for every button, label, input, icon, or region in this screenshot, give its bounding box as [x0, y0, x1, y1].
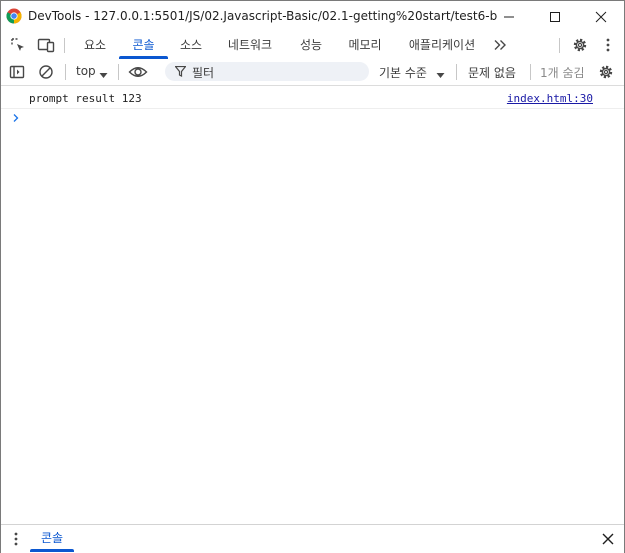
tab-elements[interactable]: 요소 [74, 32, 116, 59]
tab-network[interactable]: 네트워크 [220, 32, 280, 59]
context-selector-label: top [76, 64, 96, 78]
settings-icon[interactable] [597, 63, 615, 81]
console-message-source-link[interactable]: index.html:30 [507, 92, 593, 105]
filter-icon [174, 65, 187, 80]
issues-status[interactable]: 문제 없음 [468, 64, 516, 81]
window-title: DevTools - 127.0.0.1:5501/JS/02.Javascri… [28, 9, 498, 23]
close-window-button[interactable] [578, 1, 624, 32]
tab-memory[interactable]: 메모리 [340, 32, 390, 59]
log-levels-dropdown[interactable]: 기본 수준 [375, 59, 449, 85]
toolbar-divider [530, 64, 531, 80]
clear-console-icon[interactable] [37, 63, 55, 81]
drawer-bar: 콘솔 [1, 524, 624, 553]
device-toggle-icon[interactable] [37, 36, 55, 54]
tab-sources[interactable]: 소스 [170, 32, 212, 59]
title-bar: DevTools - 127.0.0.1:5501/JS/02.Javascri… [1, 1, 624, 32]
toolbar-divider [559, 38, 560, 53]
inspect-element-icon[interactable] [9, 36, 27, 54]
chevron-right-icon [12, 112, 20, 127]
kebab-menu-icon[interactable] [599, 36, 617, 54]
tab-performance[interactable]: 성능 [290, 32, 332, 59]
devtools-window: DevTools - 127.0.0.1:5501/JS/02.Javascri… [0, 0, 625, 553]
sidebar-toggle-icon[interactable] [8, 63, 26, 81]
console-output: prompt result 123 index.html:30 [1, 86, 624, 524]
chrome-logo-icon [6, 8, 22, 24]
minimize-icon [503, 11, 515, 23]
toolbar-divider [456, 64, 457, 80]
panel-tab-bar: 요소 콘솔 소스 네트워크 성능 메모리 애플리케이션 [1, 32, 624, 60]
console-message: prompt result 123 index.html:30 [1, 86, 624, 109]
log-levels-label: 기본 수준 [379, 66, 427, 80]
maximize-button[interactable] [532, 1, 578, 32]
context-selector[interactable]: top [74, 59, 114, 85]
close-icon[interactable] [599, 530, 617, 548]
filter-input[interactable]: 필터 [165, 62, 369, 81]
kebab-menu-icon[interactable] [9, 530, 23, 548]
toolbar-divider [64, 38, 65, 53]
settings-icon[interactable] [571, 36, 589, 54]
toolbar-divider [65, 64, 66, 80]
tab-application[interactable]: 애플리케이션 [400, 32, 484, 59]
close-icon [595, 11, 607, 23]
console-message-text: prompt result 123 [29, 92, 142, 105]
filter-placeholder: 필터 [192, 66, 215, 80]
console-toolbar: top 필터 기본 수준 문제 없음 1개 숨김 [1, 59, 624, 86]
more-tabs-icon[interactable] [491, 36, 509, 54]
maximize-icon [549, 11, 561, 23]
hidden-count: 1개 숨김 [540, 66, 585, 80]
toolbar-divider [118, 64, 119, 80]
dropdown-arrow-icon [99, 68, 108, 82]
drawer-tab-console[interactable]: 콘솔 [31, 525, 73, 552]
console-prompt[interactable] [1, 109, 624, 131]
tab-console[interactable]: 콘솔 [119, 32, 168, 59]
drawer-active-indicator [30, 549, 74, 552]
eye-icon[interactable] [128, 63, 148, 81]
dropdown-arrow-icon [436, 68, 445, 82]
minimize-button[interactable] [486, 1, 532, 32]
